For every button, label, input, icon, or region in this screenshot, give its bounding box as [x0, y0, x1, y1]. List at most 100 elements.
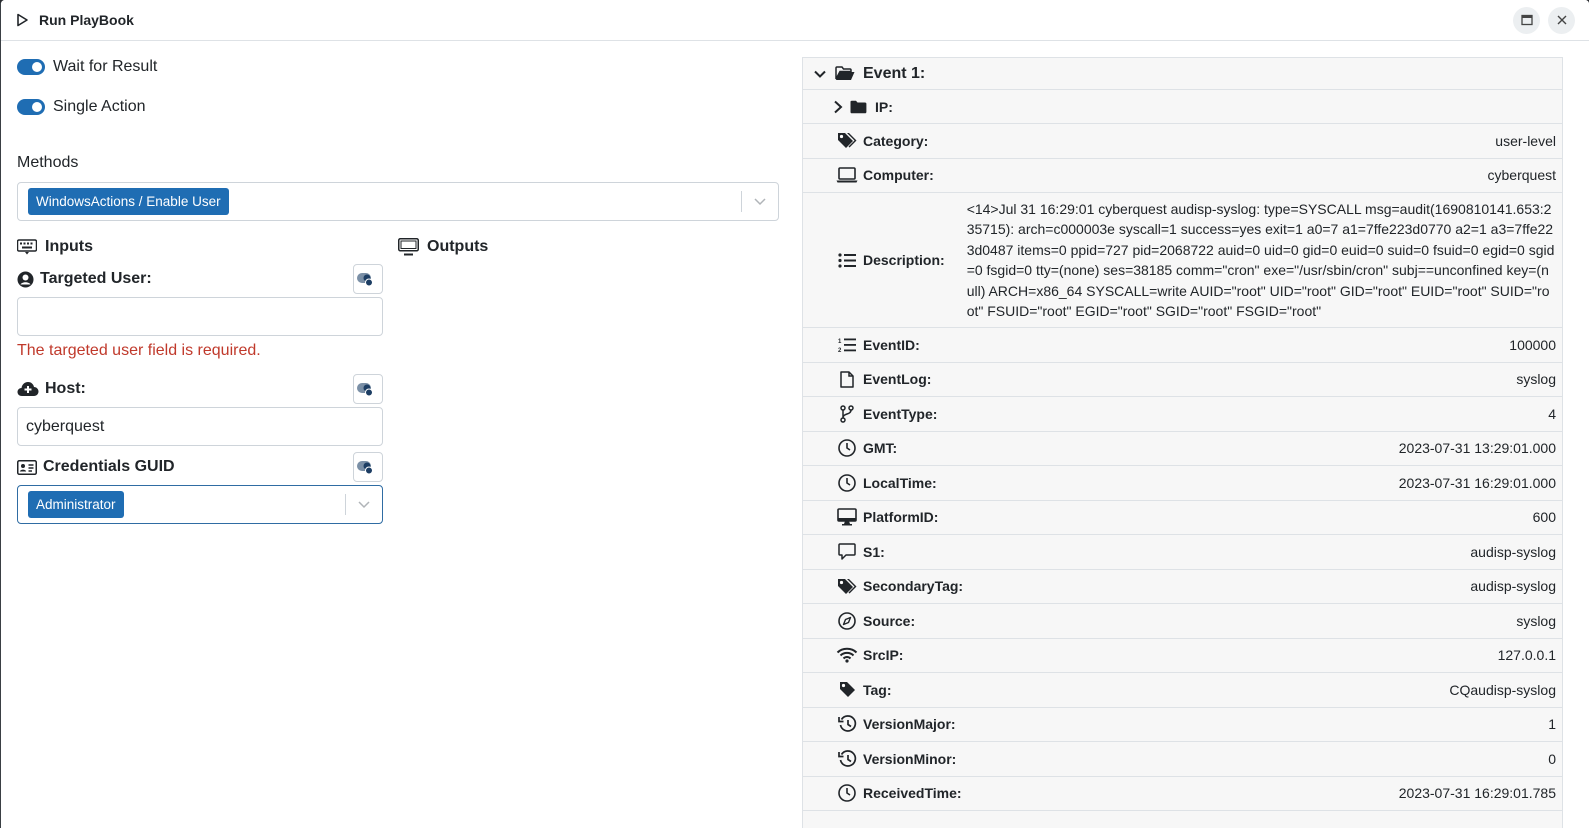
svg-text:2: 2: [838, 348, 842, 353]
event-prop-row-versionmajor: VersionMajor: 1: [803, 708, 1562, 742]
folder-open-icon: [835, 66, 855, 80]
event-prop-value: 127.0.0.1: [1497, 647, 1556, 664]
modal-header: Run PlayBook: [1, 0, 1589, 41]
inputs-section: Inputs Targeted User: The targeted user …: [17, 235, 398, 524]
event-prop-value: user-level: [1495, 132, 1556, 149]
keyboard-icon: [17, 239, 37, 255]
event-header[interactable]: Event 1:: [803, 58, 1562, 90]
wifi-icon: [836, 644, 858, 666]
event-prop-row-srcip: SrcIP: 127.0.0.1: [803, 639, 1562, 673]
tags-icon: [836, 575, 858, 597]
laptop-icon: [836, 164, 858, 186]
event-prop-name: PlatformID:: [863, 509, 939, 526]
credentials-label: Credentials GUID: [43, 458, 175, 475]
event-prop-row-platformid: PlatformID: 600: [803, 501, 1562, 535]
inputs-title-text: Inputs: [45, 238, 93, 255]
list-icon: [836, 249, 858, 271]
chevron-down-icon[interactable]: [753, 194, 767, 208]
playbook-form: Wait for Result Single Action Methods Wi…: [17, 41, 779, 524]
credentials-variable-button[interactable]: [353, 452, 383, 482]
outputs-section: Outputs: [398, 235, 779, 524]
close-icon: [1557, 15, 1566, 25]
chevron-down-icon[interactable]: [357, 497, 371, 511]
event-prop-name: SrcIP:: [863, 647, 904, 664]
targeted-user-variable-button[interactable]: [353, 264, 383, 294]
event-prop-name: SecondaryTag:: [863, 578, 964, 595]
event-prop-row-localtime: LocalTime: 2023-07-31 16:29:01.000: [803, 466, 1562, 501]
maximize-button[interactable]: [1513, 6, 1540, 34]
single-action-toggle-row: Single Action: [17, 87, 779, 127]
event-prop-name: Category:: [863, 132, 929, 149]
event-prop-row-versionminor: VersionMinor: 0: [803, 742, 1562, 777]
credentials-selected-chip[interactable]: Administrator: [28, 491, 124, 518]
user-circle-icon: [17, 271, 34, 287]
targeted-user-label: Targeted User:: [40, 270, 152, 287]
list-ol-icon: 12: [836, 334, 858, 356]
play-icon: [15, 13, 29, 27]
clock-icon: [836, 472, 858, 494]
credentials-label-row: Credentials GUID: [17, 452, 383, 482]
event-prop-row-secondarytag: SecondaryTag: audisp-syslog: [803, 570, 1562, 604]
event-prop-value: 1: [1548, 716, 1556, 733]
event-prop-row-tag: Tag: CQaudisp-syslog: [803, 673, 1562, 708]
wait-for-result-switch[interactable]: [17, 59, 45, 75]
event-prop-value: CQaudisp-syslog: [1449, 681, 1556, 698]
targeted-user-error: The targeted user field is required.: [17, 342, 261, 359]
close-button[interactable]: [1548, 6, 1575, 34]
ip-label: IP:: [875, 98, 893, 115]
outputs-title: Outputs: [398, 235, 779, 259]
comment-icon: [836, 541, 858, 563]
id-card-icon: [17, 459, 37, 475]
event-prop-name: EventType:: [863, 405, 938, 422]
event-prop-name: Description:: [863, 252, 945, 268]
history-icon: [836, 713, 858, 735]
event-prop-value: audisp-syslog: [1470, 578, 1556, 595]
event-prop-row-eventid: 1 2 EventID: 100000: [803, 328, 1562, 363]
wait-for-result-label: Wait for Result: [53, 58, 158, 75]
cloud-upload-icon: [17, 382, 39, 396]
single-action-switch[interactable]: [17, 99, 45, 115]
ip-row[interactable]: IP:: [803, 90, 1562, 124]
host-variable-button[interactable]: [353, 374, 383, 404]
methods-selected-chip[interactable]: WindowsActions / Enable User: [28, 188, 229, 215]
targeted-user-input[interactable]: [17, 297, 383, 336]
history-icon: [836, 748, 858, 770]
compass-icon: [836, 610, 858, 632]
event-prop-row-receivedtime: ReceivedTime: 2023-07-31 16:29:01.785: [803, 777, 1562, 811]
chevron-down-icon[interactable]: [813, 67, 827, 81]
select-separator: [345, 494, 346, 515]
host-label: Host:: [45, 380, 86, 397]
event-prop-name: ReceivedTime:: [863, 785, 962, 802]
run-playbook-modal: Run PlayBook Wait for Result Single Acti…: [1, 0, 1589, 828]
event-prop-value: 100000: [1509, 336, 1556, 353]
event-panel: Event 1: IP: Category: user-level Computer…: [802, 57, 1563, 828]
tags-icon: [836, 130, 858, 152]
host-input[interactable]: cyberquest: [17, 407, 383, 446]
chevron-right-icon[interactable]: [832, 100, 844, 114]
svg-text:1: 1: [838, 339, 842, 345]
select-separator: [741, 191, 742, 212]
event-prop-value: 2023-07-31 13:29:01.000: [1398, 440, 1556, 457]
variable-toggle-icon: [357, 273, 373, 287]
methods-select[interactable]: WindowsActions / Enable User: [17, 182, 779, 221]
event-prop-name: Source:: [863, 612, 916, 629]
inputs-title: Inputs: [17, 235, 398, 259]
tag-icon: [836, 679, 858, 701]
event-prop-row-gmt: GMT: 2023-07-31 13:29:01.000: [803, 432, 1562, 466]
credentials-select[interactable]: Administrator: [17, 485, 383, 524]
targeted-user-label-row: Targeted User:: [17, 264, 383, 294]
event-prop-value: 600: [1532, 509, 1556, 526]
event-prop-value: cyberquest: [1487, 167, 1556, 184]
event-prop-value: 0: [1548, 750, 1556, 767]
clock-icon: [836, 437, 858, 459]
event-prop-name: EventLog:: [863, 371, 932, 388]
variable-toggle-icon: [357, 461, 373, 475]
event-prop-name: S1:: [863, 543, 885, 560]
event-prop-name: Computer:: [863, 167, 934, 184]
event-prop-value: syslog: [1516, 371, 1556, 388]
monitor-icon: [398, 238, 419, 256]
single-action-label: Single Action: [53, 98, 146, 115]
event-prop-value: 2023-07-31 16:29:01.785: [1398, 785, 1556, 802]
event-prop-value: <14>Jul 31 16:29:01 cyberquest audisp-sy…: [966, 200, 1555, 320]
event-prop-name: GMT:: [863, 440, 898, 457]
